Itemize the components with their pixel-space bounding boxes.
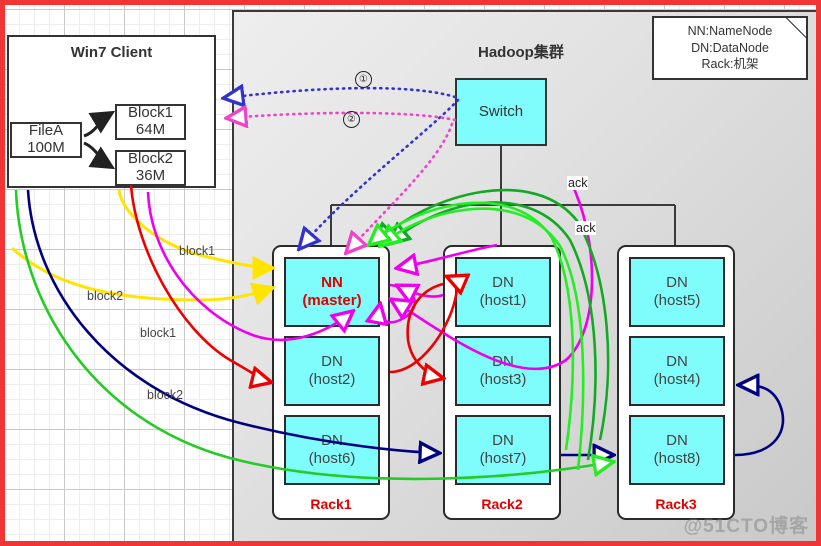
note-folded-corner-icon bbox=[785, 17, 807, 39]
rack2-label: Rack2 bbox=[481, 496, 523, 512]
block1-box: Block1 64M bbox=[115, 104, 186, 140]
edge-label-block1-yellow: block1 bbox=[179, 244, 216, 258]
rack1-label: Rack1 bbox=[310, 496, 352, 512]
node-line1: DN bbox=[321, 432, 343, 450]
node-dn-host7: DN (host7) bbox=[455, 415, 551, 485]
node-line1: DN bbox=[666, 274, 688, 292]
block2-box: Block2 36M bbox=[115, 150, 186, 186]
diagram-canvas: Win7 Client FileA 100M Block1 64M Block2… bbox=[0, 0, 821, 546]
node-line2: (host2) bbox=[308, 371, 356, 388]
legend-line-2: DN:DataNode bbox=[691, 40, 769, 55]
edge-label-block2-navy: block2 bbox=[147, 388, 184, 402]
edge-label-block1-red: block1 bbox=[140, 326, 177, 340]
rack3-box: DN (host5) DN (host4) DN (host8) Rack3 bbox=[617, 245, 735, 520]
ack-label-2: ack bbox=[575, 221, 597, 235]
node-nn-master: NN (master) bbox=[284, 257, 380, 327]
node-line2: (host5) bbox=[653, 292, 701, 309]
node-line2: (host1) bbox=[479, 292, 527, 309]
node-line2: (host8) bbox=[653, 450, 701, 467]
block2-name: Block2 bbox=[127, 150, 174, 168]
legend-note: NN:NameNode DN:DataNode Rack:机架 bbox=[652, 16, 808, 80]
node-dn-host3: DN (host3) bbox=[455, 336, 551, 406]
rack3-label: Rack3 bbox=[655, 496, 697, 512]
win7-client-title: Win7 Client bbox=[70, 44, 153, 61]
hadoop-cluster-title: Hadoop集群 bbox=[478, 44, 564, 61]
site-watermark: @51CTO博客 bbox=[683, 516, 809, 537]
node-dn-host4: DN (host4) bbox=[629, 336, 725, 406]
legend-line-1: NN:NameNode bbox=[687, 23, 773, 38]
block1-size: 64M bbox=[135, 121, 166, 138]
step-2-marker: ② bbox=[343, 111, 360, 128]
step-1-marker: ① bbox=[355, 71, 372, 88]
node-dn-host2: DN (host2) bbox=[284, 336, 380, 406]
edge-label-block2-yellow: block2 bbox=[87, 289, 124, 303]
rack1-box: NN (master) DN (host2) DN (host6) Rack1 bbox=[272, 245, 390, 520]
switch-box: Switch bbox=[455, 78, 547, 146]
legend-line-3: Rack:机架 bbox=[701, 57, 759, 72]
filea-box: FileA 100M bbox=[10, 122, 82, 158]
node-line2: (host3) bbox=[479, 371, 527, 388]
node-line2: (host6) bbox=[308, 450, 356, 467]
block1-name: Block1 bbox=[127, 104, 174, 122]
node-line1: DN bbox=[666, 353, 688, 371]
rack2-box: DN (host1) DN (host3) DN (host7) Rack2 bbox=[443, 245, 561, 520]
filea-size: 100M bbox=[27, 139, 65, 156]
node-line1: DN bbox=[492, 353, 514, 371]
node-dn-host6: DN (host6) bbox=[284, 415, 380, 485]
node-line2: (host7) bbox=[479, 450, 527, 467]
node-line1: DN bbox=[321, 353, 343, 371]
node-line1: NN bbox=[321, 274, 343, 292]
node-dn-host8: DN (host8) bbox=[629, 415, 725, 485]
node-line2: (master) bbox=[302, 292, 362, 309]
node-line1: DN bbox=[666, 432, 688, 450]
switch-label: Switch bbox=[478, 102, 524, 120]
ack-label-1: ack bbox=[567, 176, 589, 190]
node-line1: DN bbox=[492, 432, 514, 450]
node-dn-host1: DN (host1) bbox=[455, 257, 551, 327]
filea-name: FileA bbox=[28, 122, 64, 140]
block2-size: 36M bbox=[135, 167, 166, 184]
node-line1: DN bbox=[492, 274, 514, 292]
node-line2: (host4) bbox=[653, 371, 701, 388]
node-dn-host5: DN (host5) bbox=[629, 257, 725, 327]
